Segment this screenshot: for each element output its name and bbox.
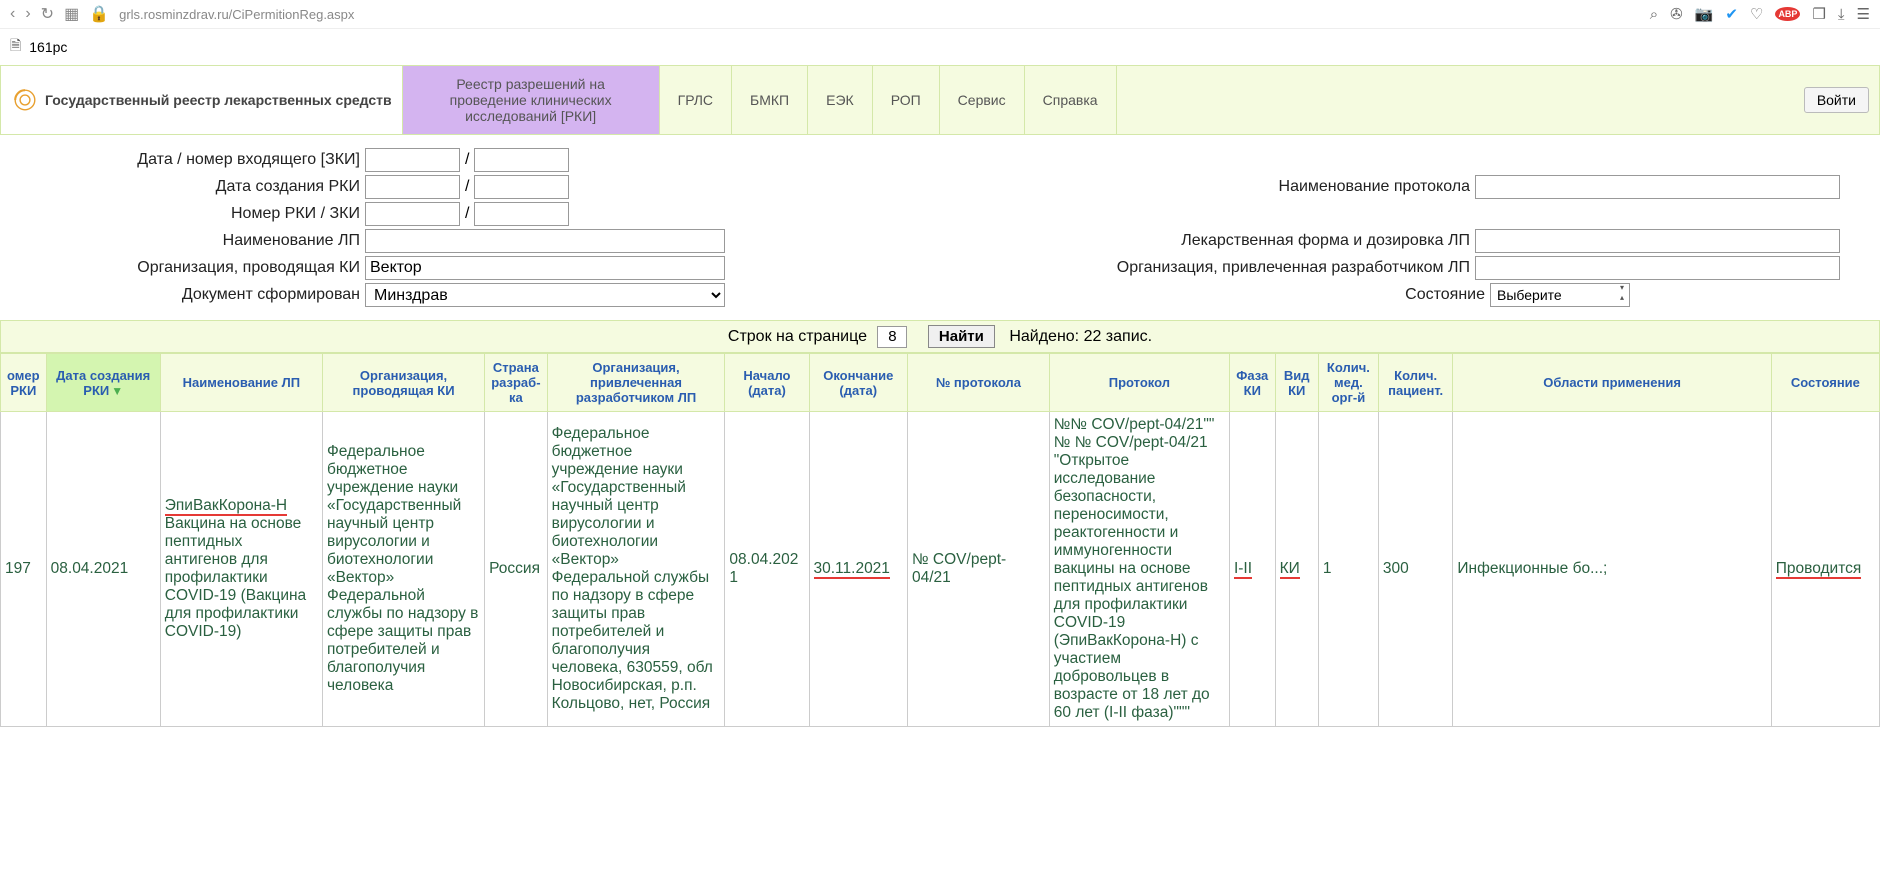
input-num-rki-1[interactable] xyxy=(365,202,460,226)
col-end[interactable]: Окончание (дата) xyxy=(809,354,908,412)
input-lp-name[interactable] xyxy=(365,229,725,253)
found-text: Найдено: 22 запис. xyxy=(1009,328,1152,345)
tab-title[interactable]: 161pc xyxy=(29,39,67,55)
col-med-orgs[interactable]: Колич. мед. орг-й xyxy=(1318,354,1378,412)
logo-text: Государственный реестр лекарственных сре… xyxy=(45,92,392,109)
select-state[interactable]: Выберите xyxy=(1490,283,1630,307)
cell-end: 30.11.2021 xyxy=(809,412,908,727)
cell-num: 197 xyxy=(1,412,47,727)
check-icon[interactable]: ✔ xyxy=(1725,5,1738,23)
page-icon: 🗎 xyxy=(10,35,21,59)
url-text[interactable]: grls.rosminzdrav.ru/CiPermitionReg.aspx xyxy=(119,7,354,22)
input-form-dose[interactable] xyxy=(1475,229,1840,253)
menu-icon[interactable]: ☰ xyxy=(1857,5,1870,23)
filter-form: Дата / номер входящего [ЗКИ] / Дата созд… xyxy=(0,135,1880,320)
col-protocol-num[interactable]: № протокола xyxy=(908,354,1050,412)
forward-icon[interactable]: › xyxy=(25,5,30,23)
sort-down-icon: ▼ xyxy=(111,384,123,398)
lock-icon: 🔒 xyxy=(89,4,109,24)
input-protocol-name[interactable] xyxy=(1475,175,1840,199)
select-doc-formed[interactable]: Минздрав xyxy=(365,283,725,307)
label-doc-formed: Документ сформирован xyxy=(0,286,365,304)
cell-protocol-num: № COV/pept-04/21 xyxy=(908,412,1050,727)
cell-lp-name: ЭпиВакКорона-Н Вакцина на основе пептидн… xyxy=(160,412,322,727)
col-org-dev[interactable]: Организация, привлеченная разработчиком … xyxy=(547,354,725,412)
cell-areas: Инфекционные бо...; xyxy=(1453,412,1771,727)
cell-start: 08.04.2021 xyxy=(725,412,809,727)
label-state: Состояние xyxy=(725,286,1490,304)
label-date-rki: Дата создания РКИ xyxy=(0,178,365,196)
camera-icon[interactable]: 📷 xyxy=(1695,5,1714,23)
results-table: омер РКИ Дата создания РКИ▼ Наименование… xyxy=(0,353,1880,727)
cell-patients: 300 xyxy=(1378,412,1452,727)
nav-rki[interactable]: Реестр разрешений на проведение клиничес… xyxy=(403,66,660,134)
input-date-rki-1[interactable] xyxy=(365,175,460,199)
label-num-rki: Номер РКИ / ЗКИ xyxy=(0,205,365,223)
browser-toolbar: ‹ › ↻ ▦ 🔒 grls.rosminzdrav.ru/CiPermitio… xyxy=(0,0,1880,29)
abp-icon[interactable]: ABP xyxy=(1775,7,1800,21)
input-org-ki[interactable] xyxy=(365,256,725,280)
back-icon[interactable]: ‹ xyxy=(10,5,15,23)
login-button[interactable]: Войти xyxy=(1804,87,1869,113)
input-num-rki-2[interactable] xyxy=(474,202,569,226)
rows-label: Строк на странице xyxy=(728,328,867,345)
col-type[interactable]: Вид КИ xyxy=(1275,354,1318,412)
cube-icon[interactable]: ❒ xyxy=(1812,5,1825,23)
cell-org-dev: Федеральное бюджетное учреждение науки «… xyxy=(547,412,725,727)
apps-icon[interactable]: ▦ xyxy=(64,4,79,24)
nav-eek[interactable]: ЕЭК xyxy=(808,66,873,134)
label-protocol-name: Наименование протокола xyxy=(569,178,1475,196)
heart-icon[interactable]: ♡ xyxy=(1750,5,1763,23)
nav-service[interactable]: Сервис xyxy=(940,66,1025,134)
nav-bmkp[interactable]: БМКП xyxy=(732,66,808,134)
col-areas[interactable]: Области применения xyxy=(1453,354,1771,412)
nav-grls[interactable]: ГРЛС xyxy=(660,66,732,134)
reload-icon[interactable]: ↻ xyxy=(41,4,54,24)
input-org-dev[interactable] xyxy=(1475,256,1840,280)
label-org-dev: Организация, привлеченная разработчиком … xyxy=(725,259,1475,277)
col-num[interactable]: омер РКИ xyxy=(1,354,47,412)
col-patients[interactable]: Колич. пациент. xyxy=(1378,354,1452,412)
label-form-dose: Лекарственная форма и дозировка ЛП xyxy=(725,232,1475,250)
cell-type: КИ xyxy=(1275,412,1318,727)
main-nav: Государственный реестр лекарственных сре… xyxy=(0,65,1880,135)
nav-rop[interactable]: РОП xyxy=(873,66,940,134)
tab-bar: 🗎 161pc xyxy=(0,29,1880,65)
logo-cell[interactable]: Государственный реестр лекарственных сре… xyxy=(1,66,403,134)
cell-phase: I-II xyxy=(1229,412,1275,727)
edit-icon[interactable]: ✇ xyxy=(1670,5,1683,23)
col-phase[interactable]: Фаза КИ xyxy=(1229,354,1275,412)
search-compass-icon[interactable]: ⌕ xyxy=(1650,6,1658,23)
nav-help[interactable]: Справка xyxy=(1025,66,1117,134)
input-date-zki-2[interactable] xyxy=(474,148,569,172)
cell-protocol: №№ COV/pept-04/21"" № № COV/pept-04/21 "… xyxy=(1049,412,1229,727)
pager-bar: Строк на странице Найти Найдено: 22 запи… xyxy=(0,320,1880,353)
rows-input[interactable] xyxy=(877,326,907,348)
col-protocol[interactable]: Протокол xyxy=(1049,354,1229,412)
cell-date: 08.04.2021 xyxy=(46,412,160,727)
input-date-rki-2[interactable] xyxy=(474,175,569,199)
col-lp-name[interactable]: Наименование ЛП xyxy=(160,354,322,412)
col-state[interactable]: Состояние xyxy=(1771,354,1879,412)
table-row[interactable]: 197 08.04.2021 ЭпиВакКорона-Н Вакцина на… xyxy=(1,412,1880,727)
col-start[interactable]: Начало (дата) xyxy=(725,354,809,412)
cell-country: Россия xyxy=(485,412,547,727)
col-org-ki[interactable]: Организация, проводящая КИ xyxy=(322,354,484,412)
cell-org-ki: Федеральное бюджетное учреждение науки «… xyxy=(322,412,484,727)
table-header-row: омер РКИ Дата создания РКИ▼ Наименование… xyxy=(1,354,1880,412)
col-date[interactable]: Дата создания РКИ▼ xyxy=(46,354,160,412)
label-lp-name: Наименование ЛП xyxy=(0,232,365,250)
find-button[interactable]: Найти xyxy=(928,325,995,348)
col-country[interactable]: Страна разраб-ка xyxy=(485,354,547,412)
cell-state: Проводится xyxy=(1771,412,1879,727)
logo-icon xyxy=(11,86,39,114)
input-date-zki-1[interactable] xyxy=(365,148,460,172)
label-date-zki: Дата / номер входящего [ЗКИ] xyxy=(0,151,365,169)
label-org-ki: Организация, проводящая КИ xyxy=(0,259,365,277)
download-icon[interactable]: ⤓ xyxy=(1838,6,1845,23)
cell-med-orgs: 1 xyxy=(1318,412,1378,727)
